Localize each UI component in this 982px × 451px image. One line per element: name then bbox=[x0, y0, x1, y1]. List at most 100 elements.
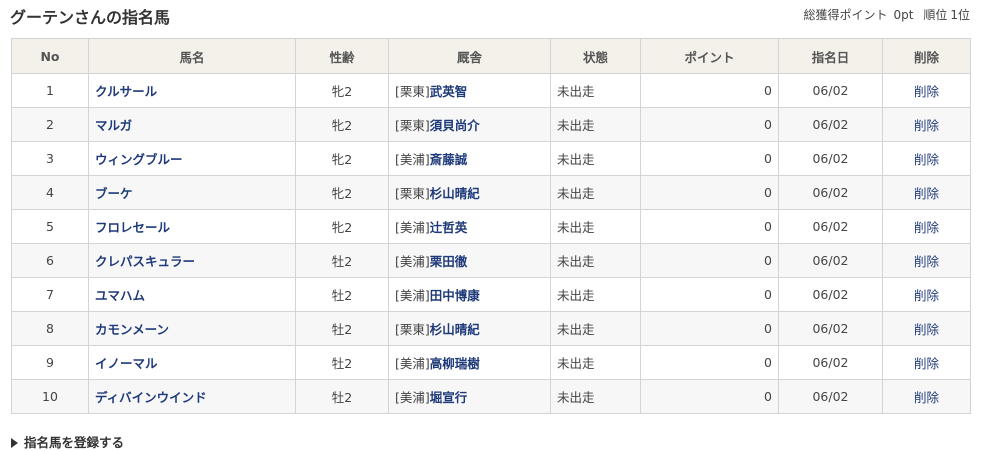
triangle-right-icon bbox=[11, 438, 18, 448]
trainer-link[interactable]: 高柳瑞樹 bbox=[430, 356, 480, 371]
delete-cell: 削除 bbox=[882, 379, 971, 414]
stable-region: [栗東] bbox=[395, 186, 430, 201]
sex-age: 牝2 bbox=[295, 209, 389, 244]
column-header-points: ポイント bbox=[640, 38, 779, 74]
horse-name-cell: クレパスキュラー bbox=[88, 243, 296, 278]
delete-link[interactable]: 削除 bbox=[914, 254, 939, 269]
delete-link[interactable]: 削除 bbox=[914, 322, 939, 337]
stable-cell: [栗東]武英智 bbox=[388, 73, 551, 108]
table-row: 4 ブーケ 牝2 [栗東]杉山晴紀 未出走 0 06/02 削除 bbox=[11, 175, 971, 210]
row-number: 1 bbox=[11, 73, 89, 108]
page-title: グーテンさんの指名馬 bbox=[10, 8, 171, 27]
horse-name-link[interactable]: クレパスキュラー bbox=[95, 254, 195, 269]
trainer-link[interactable]: 栗田徹 bbox=[430, 254, 468, 269]
row-number: 5 bbox=[11, 209, 89, 244]
stable-cell: [美浦]田中博康 bbox=[388, 277, 551, 312]
table-header-row: No 馬名 性齢 厩舎 状態 ポイント 指名日 削除 bbox=[11, 38, 971, 74]
nomination-date: 06/02 bbox=[778, 175, 883, 210]
rank-value: 1位 bbox=[950, 8, 970, 22]
nomination-date: 06/02 bbox=[778, 209, 883, 244]
table-row: 6 クレパスキュラー 牡2 [美浦]栗田徹 未出走 0 06/02 削除 bbox=[11, 243, 971, 278]
delete-link[interactable]: 削除 bbox=[914, 220, 939, 235]
trainer-link[interactable]: 武英智 bbox=[430, 84, 468, 99]
table-row: 3 ウィングブルー 牝2 [美浦]斎藤誠 未出走 0 06/02 削除 bbox=[11, 141, 971, 176]
register-horse-link[interactable]: 指名馬を登録する bbox=[11, 432, 124, 451]
trainer-link[interactable]: 杉山晴紀 bbox=[430, 322, 480, 337]
status: 未出走 bbox=[550, 311, 641, 346]
row-number: 8 bbox=[11, 311, 89, 346]
points: 0 bbox=[640, 175, 779, 210]
sex-age: 牡2 bbox=[295, 277, 389, 312]
stable-region: [栗東] bbox=[395, 84, 430, 99]
table-row: 7 ユマハム 牡2 [美浦]田中博康 未出走 0 06/02 削除 bbox=[11, 277, 971, 312]
table-row: 1 クルサール 牝2 [栗東]武英智 未出走 0 06/02 削除 bbox=[11, 73, 971, 108]
trainer-link[interactable]: 斎藤誠 bbox=[430, 152, 468, 167]
total-points-label: 総獲得ポイント bbox=[803, 8, 888, 22]
row-number: 2 bbox=[11, 107, 89, 142]
horse-name-link[interactable]: ユマハム bbox=[95, 288, 145, 303]
points-summary: 総獲得ポイント 0pt 順位 1位 bbox=[798, 6, 970, 23]
horse-name-cell: ブーケ bbox=[88, 175, 296, 210]
delete-cell: 削除 bbox=[882, 243, 971, 278]
horse-name-link[interactable]: マルガ bbox=[95, 118, 132, 133]
horse-name-link[interactable]: ウィングブルー bbox=[95, 152, 183, 167]
sex-age: 牝2 bbox=[295, 73, 389, 108]
trainer-link[interactable]: 田中博康 bbox=[430, 288, 480, 303]
delete-link[interactable]: 削除 bbox=[914, 118, 939, 133]
stable-cell: [栗東]須貝尚介 bbox=[388, 107, 551, 142]
delete-link[interactable]: 削除 bbox=[914, 186, 939, 201]
sex-age: 牝2 bbox=[295, 175, 389, 210]
row-number: 9 bbox=[11, 345, 89, 380]
nomination-date: 06/02 bbox=[778, 107, 883, 142]
delete-link[interactable]: 削除 bbox=[914, 390, 939, 405]
horse-name-cell: イノーマル bbox=[88, 345, 296, 380]
points: 0 bbox=[640, 345, 779, 380]
points: 0 bbox=[640, 73, 779, 108]
delete-link[interactable]: 削除 bbox=[914, 288, 939, 303]
horse-name-link[interactable]: カモンメーン bbox=[95, 322, 169, 337]
register-horse-label: 指名馬を登録する bbox=[24, 435, 125, 450]
column-header-no: No bbox=[11, 38, 89, 74]
horse-name-cell: フロレセール bbox=[88, 209, 296, 244]
horse-name-link[interactable]: ブーケ bbox=[95, 186, 133, 201]
nomination-date: 06/02 bbox=[778, 311, 883, 346]
status: 未出走 bbox=[550, 243, 641, 278]
status: 未出走 bbox=[550, 175, 641, 210]
column-header-status: 状態 bbox=[550, 38, 641, 74]
rank-label: 順位 bbox=[923, 8, 948, 22]
table-row: 8 カモンメーン 牡2 [栗東]杉山晴紀 未出走 0 06/02 削除 bbox=[11, 311, 971, 346]
horse-name-cell: ユマハム bbox=[88, 277, 296, 312]
horse-name-link[interactable]: フロレセール bbox=[95, 220, 170, 235]
table-row: 10 ディバインウインド 牡2 [美浦]堀宣行 未出走 0 06/02 削除 bbox=[11, 379, 971, 414]
delete-link[interactable]: 削除 bbox=[914, 84, 939, 99]
nomination-date: 06/02 bbox=[778, 379, 883, 414]
trainer-link[interactable]: 須貝尚介 bbox=[430, 118, 480, 133]
stable-cell: [美浦]斎藤誠 bbox=[388, 141, 551, 176]
nomination-date: 06/02 bbox=[778, 141, 883, 176]
trainer-link[interactable]: 辻哲英 bbox=[430, 220, 468, 235]
points: 0 bbox=[640, 277, 779, 312]
stable-cell: [美浦]堀宣行 bbox=[388, 379, 551, 414]
points: 0 bbox=[640, 141, 779, 176]
horse-name-link[interactable]: クルサール bbox=[95, 84, 157, 99]
nomination-date: 06/02 bbox=[778, 243, 883, 278]
status: 未出走 bbox=[550, 209, 641, 244]
sex-age: 牝2 bbox=[295, 141, 389, 176]
total-points-value: 0pt bbox=[893, 8, 914, 22]
horse-name-link[interactable]: イノーマル bbox=[95, 356, 158, 371]
stable-region: [美浦] bbox=[395, 152, 430, 167]
delete-link[interactable]: 削除 bbox=[914, 356, 939, 371]
delete-cell: 削除 bbox=[882, 345, 971, 380]
points: 0 bbox=[640, 209, 779, 244]
horse-name-link[interactable]: ディバインウインド bbox=[95, 390, 207, 405]
stable-region: [美浦] bbox=[395, 288, 430, 303]
delete-cell: 削除 bbox=[882, 141, 971, 176]
trainer-link[interactable]: 堀宣行 bbox=[430, 390, 468, 405]
stable-region: [美浦] bbox=[395, 356, 430, 371]
stable-cell: [美浦]辻哲英 bbox=[388, 209, 551, 244]
trainer-link[interactable]: 杉山晴紀 bbox=[430, 186, 480, 201]
delete-link[interactable]: 削除 bbox=[914, 152, 939, 167]
column-header-name: 馬名 bbox=[88, 38, 296, 74]
delete-cell: 削除 bbox=[882, 311, 971, 346]
points: 0 bbox=[640, 379, 779, 414]
